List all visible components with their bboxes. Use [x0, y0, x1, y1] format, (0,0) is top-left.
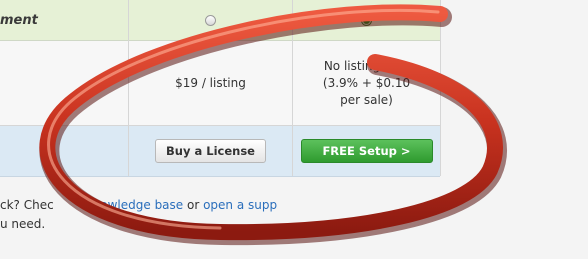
- table-row-actions: Buy a License FREE Setup >: [0, 126, 440, 177]
- free-price-line-2: (3.9% + $0.10: [322, 75, 411, 90]
- support-ticket-link[interactable]: open a supp: [203, 198, 277, 212]
- row-label: ment: [0, 12, 38, 28]
- help-middle: or: [183, 198, 204, 212]
- free-price-line-3: per sale): [340, 92, 393, 107]
- buy-license-button[interactable]: Buy a License: [155, 139, 266, 163]
- license-button-cell: Buy a License: [129, 126, 292, 176]
- free-radio[interactable]: [361, 14, 372, 26]
- pricing-table: ment $19 / listing No listing fees (3.9%…: [0, 0, 441, 177]
- license-radio-cell: [129, 0, 292, 40]
- help-prefix: ck? Chec: [0, 198, 54, 212]
- table-row-pricing: $19 / listing No listing fees (3.9% + $0…: [0, 41, 440, 126]
- help-line-2: u need.: [0, 217, 46, 231]
- free-button-cell: FREE Setup >: [293, 126, 440, 176]
- help-line-1: ck? Chec knowledge base or open a supp: [0, 196, 440, 215]
- row-label-cell: ment: [0, 0, 128, 40]
- knowledge-base-link[interactable]: knowledge base: [86, 198, 183, 212]
- column-divider: [128, 0, 129, 176]
- license-price-cell: $19 / listing: [129, 41, 292, 125]
- column-divider: [292, 0, 293, 176]
- free-price-cell: No listing fees (3.9% + $0.10 per sale): [293, 41, 440, 125]
- table-row-plan-select: ment: [0, 0, 440, 41]
- license-price: $19 / listing: [175, 75, 246, 90]
- help-text: ck? Chec knowledge base or open a supp u …: [0, 196, 440, 234]
- license-radio[interactable]: [205, 14, 216, 26]
- free-setup-button[interactable]: FREE Setup >: [300, 139, 433, 163]
- free-price: No listing fees (3.9% + $0.10 per sale): [323, 58, 410, 109]
- free-price-line-1: No listing fees: [323, 58, 410, 73]
- free-radio-cell: [293, 0, 440, 40]
